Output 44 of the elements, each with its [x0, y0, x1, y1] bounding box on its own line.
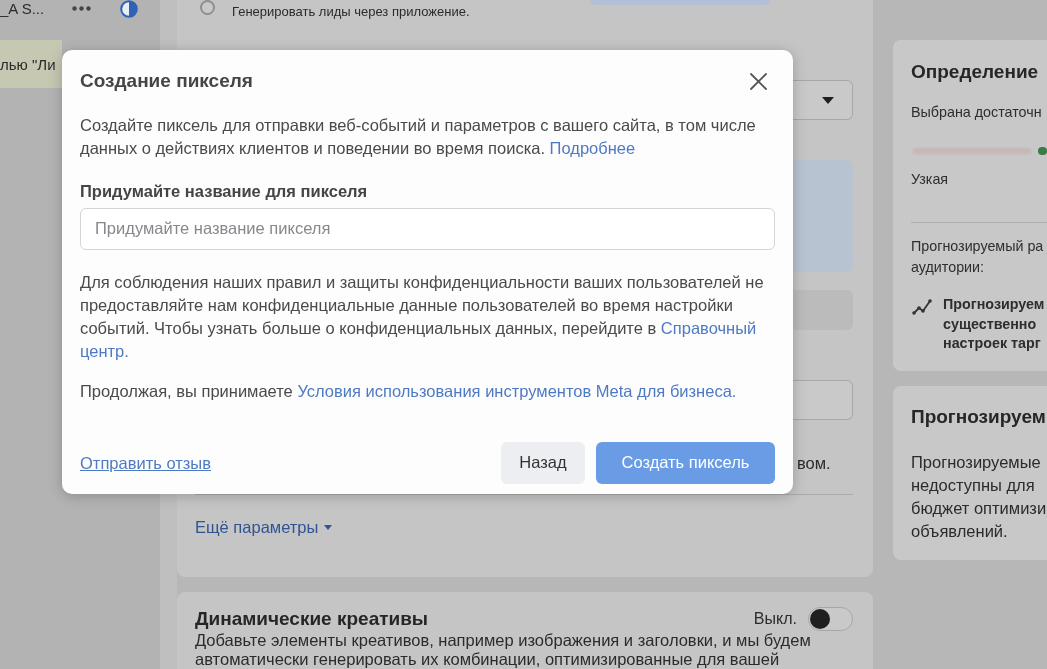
sidebar-item[interactable]: лью "Ли — [0, 40, 62, 88]
description-text: Создайте пиксель для отправки веб-событий и параметров с вашего сайта, в том числе данных о действиях клиентов и поведении во время поиска. Подробнее — [80, 114, 757, 159]
sidebar-item[interactable]: _A S... — [0, 0, 62, 17]
caret-icon — [324, 524, 333, 530]
field-label: Придумайте название для пикселя — [80, 180, 368, 201]
card-text: бюджет оптимизи — [911, 498, 1047, 520]
more-icon[interactable] — [72, 6, 91, 11]
terms-text: Продолжая, вы принимаете Условия использования инструментов Meta для бизнеса. — [80, 380, 738, 402]
scale-label: Узкая — [911, 171, 949, 188]
card-title: Прогнозируем — [911, 405, 1046, 428]
card-description: Добавьте элементы креативов, например изображения и заголовки, и мы будем автоматически генерировать их комбинации, оптимизированные для вашей — [195, 631, 812, 669]
card-text: Прогнозируемые — [911, 451, 1041, 473]
estimate-label: аудитории: — [911, 258, 985, 277]
back-button[interactable]: Назад — [501, 441, 585, 484]
dropdown-field[interactable] — [793, 80, 853, 120]
feedback-link[interactable]: Отправить отзыв — [80, 453, 211, 472]
action-button[interactable] — [793, 290, 853, 330]
estimate-label: Прогнозируемый ра — [911, 237, 1044, 256]
description-text: вом. — [797, 454, 831, 472]
toggle-switch[interactable] — [808, 607, 853, 631]
option-label: Генерировать лиды через приложение. — [232, 4, 470, 20]
note-text: Прогнозируем — [943, 295, 1045, 314]
help-center-link[interactable]: Справочный — [660, 319, 757, 338]
terms-link[interactable]: Условия использования инструментов Meta для бизнеса. — [297, 381, 737, 400]
learn-more-link[interactable]: Подробнее — [549, 138, 636, 157]
card-text: объявлений. — [911, 521, 1008, 543]
card-title: Определение — [911, 61, 1039, 83]
privacy-text: Для соблюдения наших правил и защиты конфиденциальности ваших пользователей не предоставляйте нам конфиденциальные данные пользователей во время настройки событий. Чтобы узнать больше о конфиденциальных данных, перейдите в Справочный центр. — [80, 271, 765, 363]
contrast-icon[interactable] — [120, 0, 138, 18]
caret-icon — [822, 96, 834, 104]
help-center-link[interactable]: центр. — [80, 342, 129, 361]
note-text: существенно — [943, 314, 1037, 334]
card-title: Динамические креативы — [195, 608, 429, 630]
pixel-name-field[interactable]: Придумайте название пикселя — [80, 207, 775, 250]
toggle-label: Выкл. — [753, 610, 797, 628]
close-icon — [749, 72, 767, 90]
radio-button[interactable] — [200, 0, 215, 15]
note-text: настроек тарг — [943, 334, 1041, 353]
dialog-title: Создание пикселя — [80, 70, 253, 92]
card-text: недоступны для — [911, 474, 1035, 496]
audience-summary: Выбрана достаточн — [911, 104, 1042, 121]
more-options-link[interactable]: Ещё параметры — [195, 518, 319, 536]
input-field[interactable] — [793, 380, 853, 420]
trend-line-icon — [912, 298, 932, 318]
